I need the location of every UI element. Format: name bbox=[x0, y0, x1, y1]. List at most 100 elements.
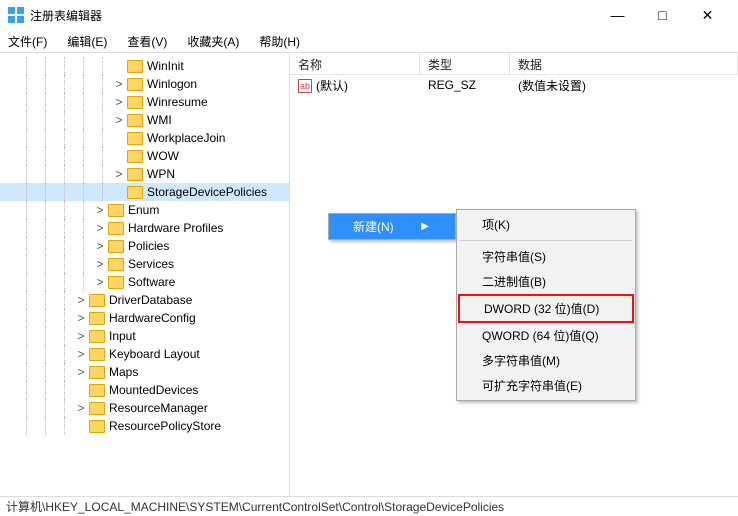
app-icon bbox=[8, 7, 24, 23]
col-header-name[interactable]: 名称 bbox=[290, 53, 420, 74]
folder-icon bbox=[127, 168, 143, 181]
tree-item[interactable]: > Policies bbox=[0, 237, 289, 255]
expander-icon[interactable]: > bbox=[74, 312, 88, 324]
tree-item-label: Policies bbox=[128, 239, 169, 253]
tree-item-label: DriverDatabase bbox=[109, 293, 192, 307]
list-header: 名称 类型 数据 bbox=[290, 53, 738, 75]
context-item-qword[interactable]: QWORD (64 位)值(Q) bbox=[458, 323, 634, 348]
minimize-button[interactable]: — bbox=[595, 0, 640, 30]
menu-help[interactable]: 帮助(H) bbox=[255, 31, 304, 52]
context-item-multi[interactable]: 多字符串值(M) bbox=[458, 348, 634, 373]
expander-icon[interactable]: > bbox=[112, 78, 126, 90]
list-row[interactable]: ab(默认)REG_SZ(数值未设置) bbox=[290, 75, 738, 95]
tree-item-label: WinInit bbox=[147, 59, 184, 73]
folder-icon bbox=[127, 78, 143, 91]
menu-edit[interactable]: 编辑(E) bbox=[63, 31, 111, 52]
value-type-cell: REG_SZ bbox=[420, 78, 510, 92]
tree-item[interactable]: > Input bbox=[0, 327, 289, 345]
tree-item[interactable]: > WPN bbox=[0, 165, 289, 183]
tree-item-label: Winresume bbox=[147, 95, 208, 109]
menubar: 文件(F) 编辑(E) 查看(V) 收藏夹(A) 帮助(H) bbox=[0, 30, 738, 52]
maximize-button[interactable]: □ bbox=[640, 0, 685, 30]
tree-item[interactable]: >Winlogon bbox=[0, 75, 289, 93]
chevron-right-icon: ▶ bbox=[421, 221, 429, 232]
tree-item[interactable]: > Enum bbox=[0, 201, 289, 219]
tree-item[interactable]: > WMI bbox=[0, 111, 289, 129]
expander-icon[interactable]: > bbox=[93, 240, 107, 252]
context-item-new[interactable]: 新建(N) ▶ bbox=[329, 214, 455, 239]
context-item-string[interactable]: 字符串值(S) bbox=[458, 244, 634, 269]
tree-item-label: Software bbox=[128, 275, 175, 289]
folder-icon bbox=[108, 222, 124, 235]
tree-item-label: WOW bbox=[147, 149, 179, 163]
context-submenu: 项(K) 字符串值(S) 二进制值(B) DWORD (32 位)值(D) QW… bbox=[456, 209, 636, 401]
tree-item-label: Maps bbox=[109, 365, 138, 379]
menu-favorites[interactable]: 收藏夹(A) bbox=[183, 31, 243, 52]
tree-item[interactable]: MountedDevices bbox=[0, 381, 289, 399]
expander-icon[interactable]: > bbox=[74, 294, 88, 306]
tree-item-label: Enum bbox=[128, 203, 159, 217]
tree-item-label: Input bbox=[109, 329, 136, 343]
tree-item[interactable]: > Software bbox=[0, 273, 289, 291]
window-title: 注册表编辑器 bbox=[30, 7, 102, 24]
tree-item-label: WPN bbox=[147, 167, 175, 181]
tree-item[interactable]: >Hardware Profiles bbox=[0, 219, 289, 237]
expander-icon[interactable]: > bbox=[93, 204, 107, 216]
context-sep bbox=[460, 240, 632, 241]
expander-icon[interactable]: > bbox=[93, 276, 107, 288]
close-button[interactable]: ✕ bbox=[685, 0, 730, 30]
context-item-expand[interactable]: 可扩充字符串值(E) bbox=[458, 373, 634, 398]
expander-icon[interactable]: > bbox=[93, 258, 107, 270]
folder-icon bbox=[89, 402, 105, 415]
tree-item-label: ResourceManager bbox=[109, 401, 208, 415]
expander-icon[interactable]: > bbox=[112, 114, 126, 126]
folder-icon bbox=[89, 366, 105, 379]
tree-item-label: StorageDevicePolicies bbox=[147, 185, 267, 199]
value-data-cell: (数值未设置) bbox=[510, 77, 738, 94]
context-item-key[interactable]: 项(K) bbox=[458, 212, 634, 237]
tree-item[interactable]: > ResourceManager bbox=[0, 399, 289, 417]
tree-item-label: MountedDevices bbox=[109, 383, 198, 397]
tree-item[interactable]: WinInit bbox=[0, 57, 289, 75]
context-item-dword[interactable]: DWORD (32 位)值(D) bbox=[458, 294, 634, 323]
tree-item[interactable]: > Keyboard Layout bbox=[0, 345, 289, 363]
menu-file[interactable]: 文件(F) bbox=[4, 31, 51, 52]
tree-item[interactable]: >Services bbox=[0, 255, 289, 273]
col-header-type[interactable]: 类型 bbox=[420, 53, 510, 74]
folder-icon bbox=[89, 420, 105, 433]
folder-icon bbox=[127, 60, 143, 73]
string-value-icon: ab bbox=[298, 79, 312, 93]
tree-item[interactable]: WOW bbox=[0, 147, 289, 165]
tree-item[interactable]: > Maps bbox=[0, 363, 289, 381]
expander-icon[interactable]: > bbox=[74, 348, 88, 360]
context-item-binary[interactable]: 二进制值(B) bbox=[458, 269, 634, 294]
status-path: 计算机\HKEY_LOCAL_MACHINE\SYSTEM\CurrentCon… bbox=[6, 498, 504, 515]
tree-item[interactable]: > Winresume bbox=[0, 93, 289, 111]
tree-item[interactable]: StorageDevicePolicies bbox=[0, 183, 289, 201]
context-menu-new: 新建(N) ▶ bbox=[328, 213, 456, 240]
expander-icon[interactable]: > bbox=[112, 96, 126, 108]
folder-icon bbox=[89, 330, 105, 343]
main-split: WinInit>Winlogon>Winresume>WMIWorkplaceJ… bbox=[0, 52, 738, 496]
tree-item-label: ResourcePolicyStore bbox=[109, 419, 221, 433]
col-header-data[interactable]: 数据 bbox=[510, 53, 738, 74]
expander-icon[interactable]: > bbox=[74, 330, 88, 342]
folder-icon bbox=[127, 114, 143, 127]
tree-item[interactable]: ResourcePolicyStore bbox=[0, 417, 289, 435]
menu-view[interactable]: 查看(V) bbox=[123, 31, 171, 52]
tree-item-label: Keyboard Layout bbox=[109, 347, 200, 361]
tree-item[interactable]: > HardwareConfig bbox=[0, 309, 289, 327]
expander-icon[interactable]: > bbox=[112, 168, 126, 180]
folder-icon bbox=[89, 294, 105, 307]
tree-item-label: WorkplaceJoin bbox=[147, 131, 225, 145]
tree-item-label: WMI bbox=[147, 113, 172, 127]
tree-item[interactable]: WorkplaceJoin bbox=[0, 129, 289, 147]
tree-item-label: HardwareConfig bbox=[109, 311, 196, 325]
tree-pane[interactable]: WinInit>Winlogon>Winresume>WMIWorkplaceJ… bbox=[0, 53, 290, 496]
expander-icon[interactable]: > bbox=[93, 222, 107, 234]
expander-icon[interactable]: > bbox=[74, 366, 88, 378]
list-pane[interactable]: 名称 类型 数据 ab(默认)REG_SZ(数值未设置) 新建(N) ▶ 项(K… bbox=[290, 53, 738, 496]
expander-icon[interactable]: > bbox=[74, 402, 88, 414]
value-name-cell: ab(默认) bbox=[290, 77, 420, 94]
tree-item[interactable]: > DriverDatabase bbox=[0, 291, 289, 309]
